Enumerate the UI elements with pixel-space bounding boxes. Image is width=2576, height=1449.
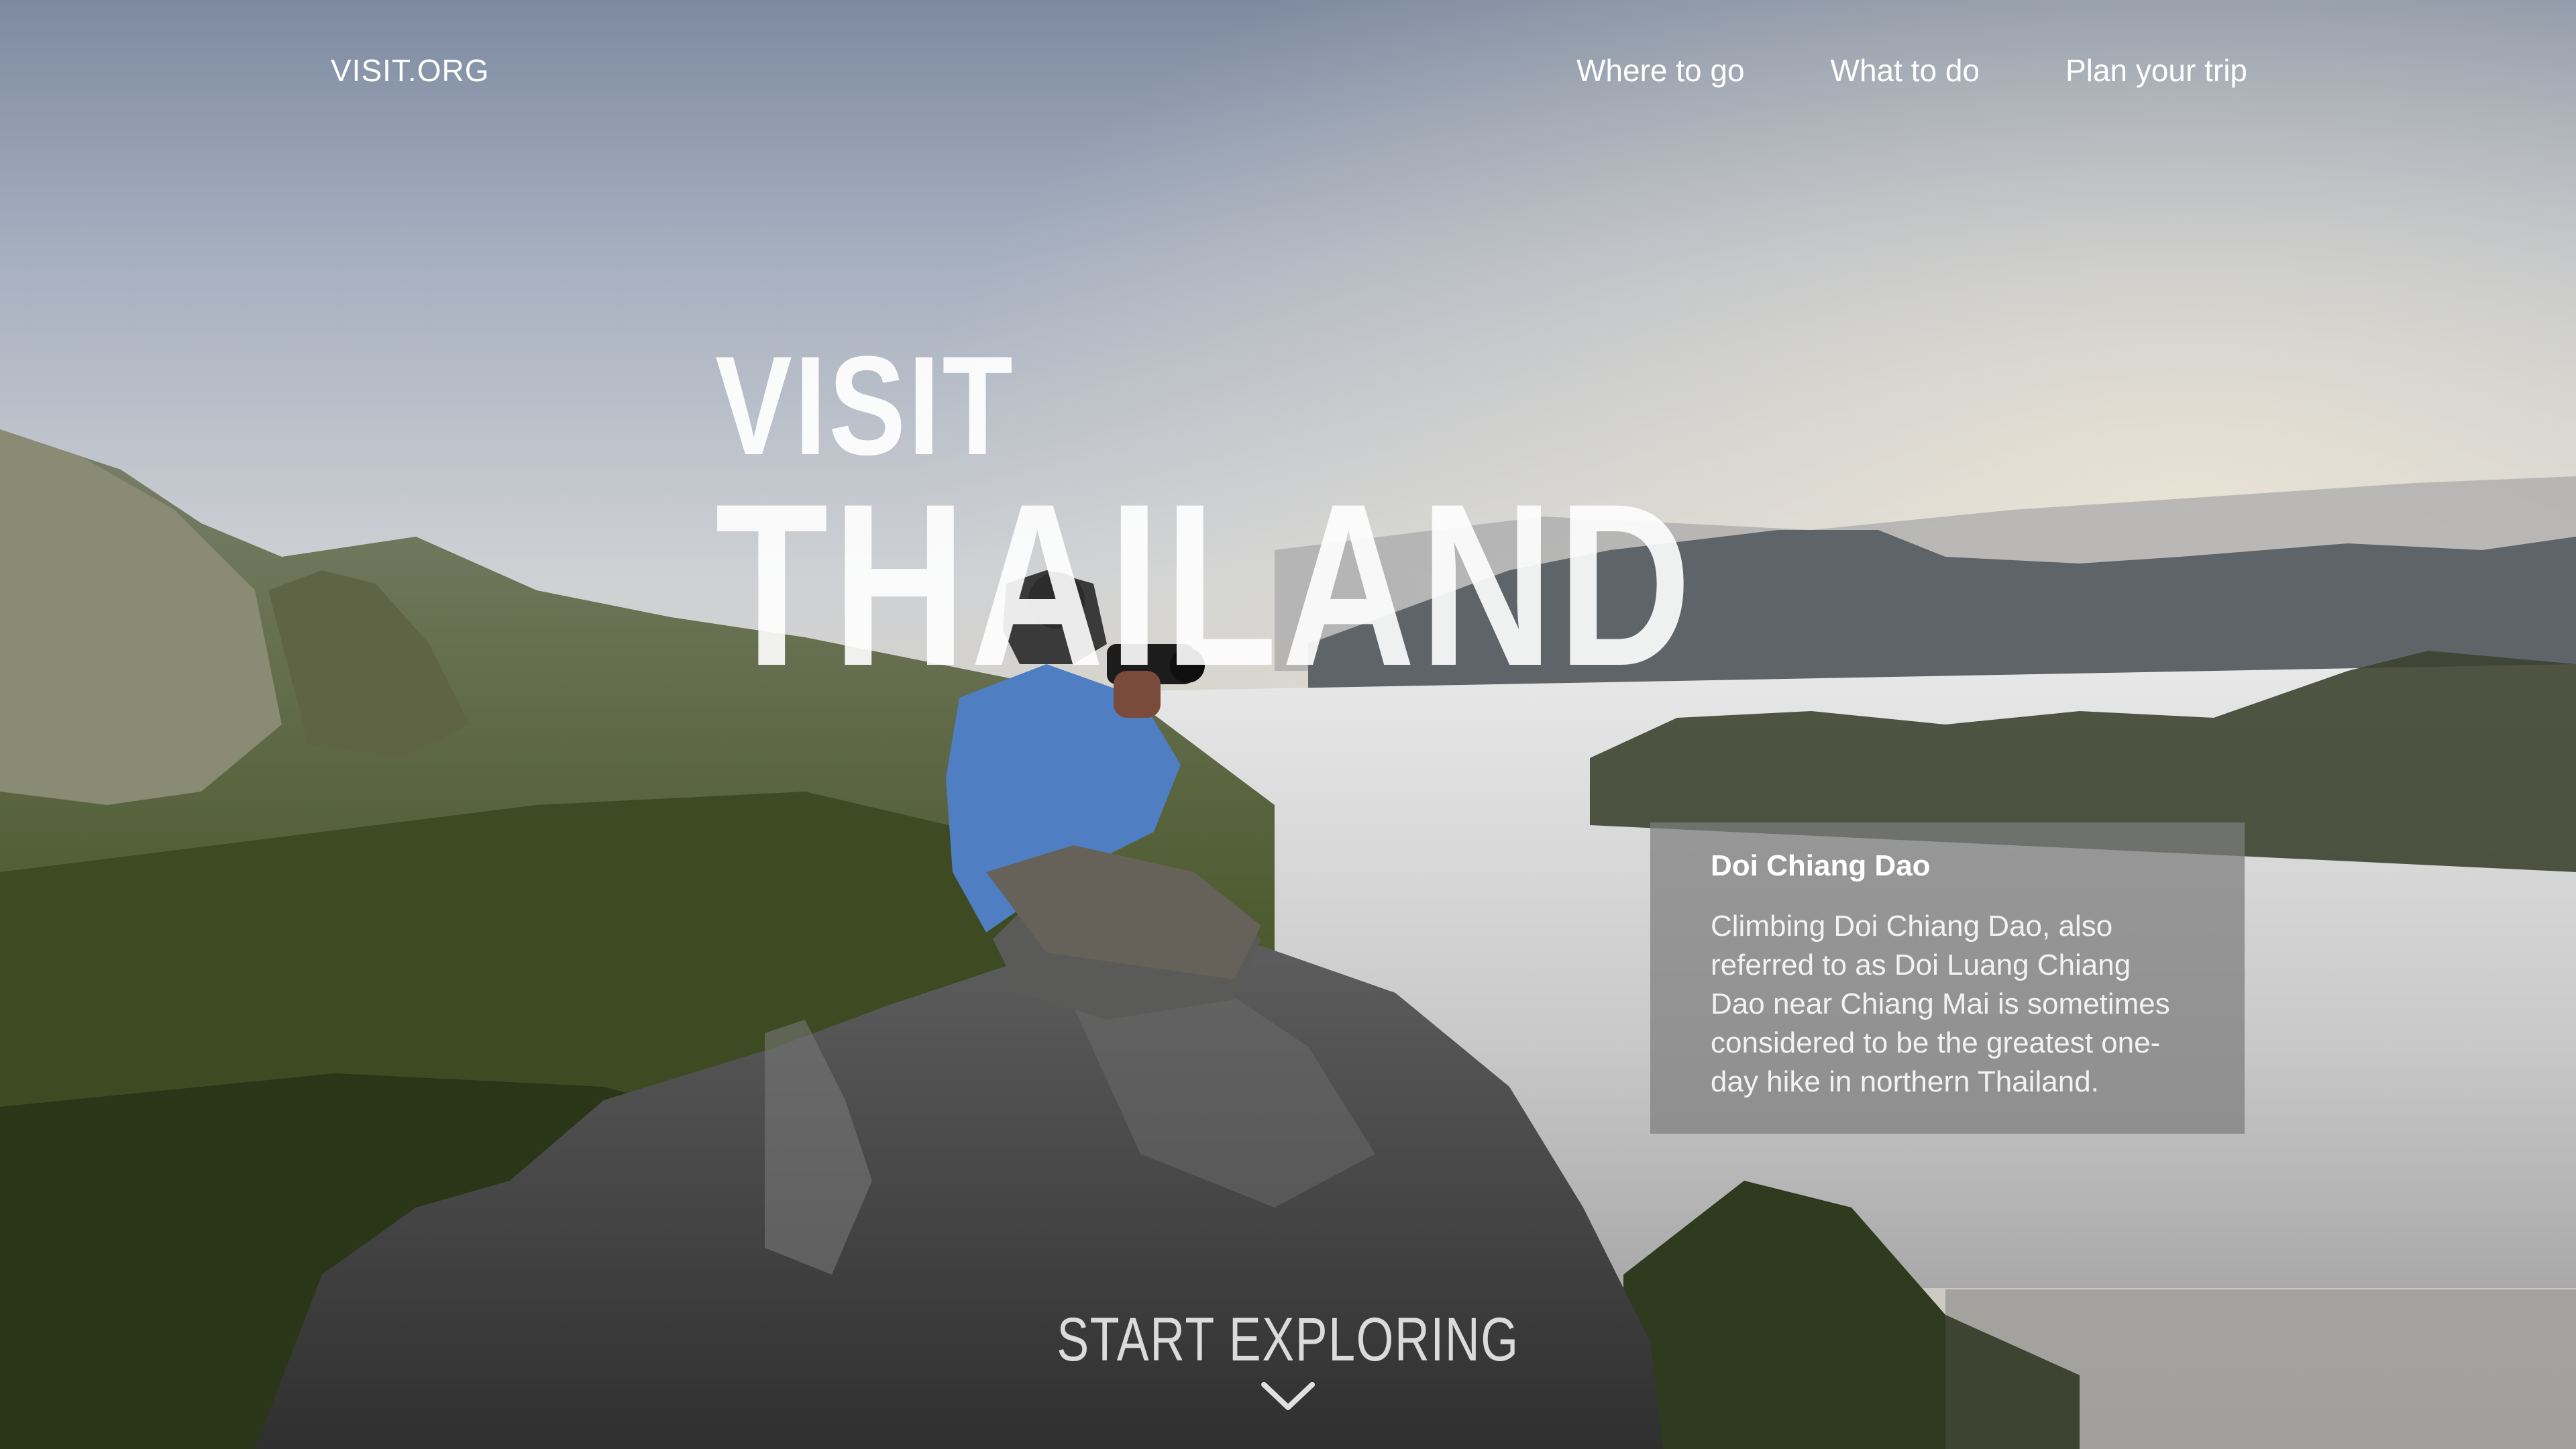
hero-title-line2: THAILAND xyxy=(715,456,1696,714)
nav-link-what-to-do[interactable]: What to do xyxy=(1831,52,1980,89)
chevron-down-icon xyxy=(1260,1382,1315,1410)
start-exploring-label: START EXPLORING xyxy=(1057,1305,1519,1374)
nav-link-where-to-go[interactable]: Where to go xyxy=(1576,52,1745,89)
bottom-overlay-band xyxy=(1945,1289,2576,1449)
start-exploring-button[interactable]: START EXPLORING xyxy=(991,1305,1585,1413)
hero-title-line1: VISIT xyxy=(715,327,1015,484)
destination-info-card: Doi Chiang Dao Climbing Doi Chiang Dao, … xyxy=(1650,822,2245,1134)
info-card-description: Climbing Doi Chiang Dao, also referred t… xyxy=(1711,910,2170,1098)
info-card-title: Doi Chiang Dao xyxy=(1711,849,1931,882)
main-nav: Where to go What to do Plan your trip xyxy=(1576,52,2247,89)
hero-background-photo xyxy=(0,0,2576,1449)
nav-link-plan-your-trip[interactable]: Plan your trip xyxy=(2065,52,2247,89)
site-logo-link[interactable]: VISIT.ORG xyxy=(331,52,489,89)
